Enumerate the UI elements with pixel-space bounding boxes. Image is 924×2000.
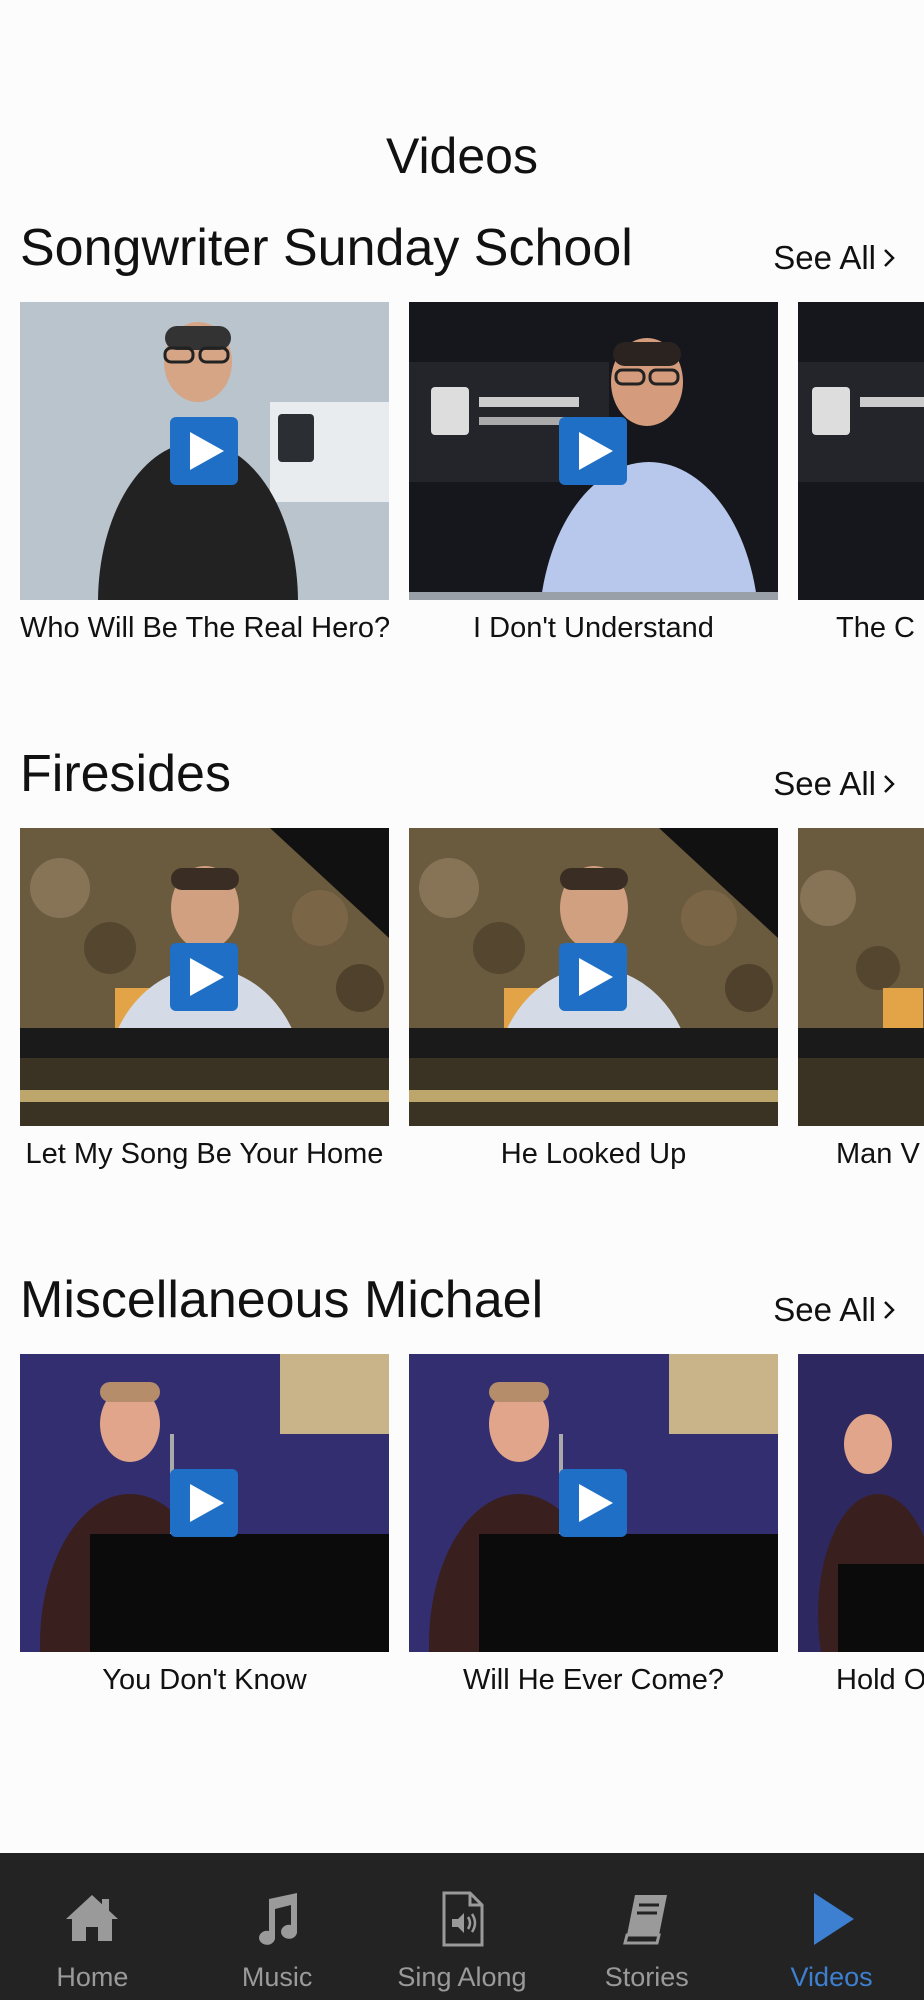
tab-label: Videos [790,1962,873,1992]
video-card[interactable]: I Don't Understand [409,302,778,644]
see-all-label: See All [773,1291,876,1328]
video-thumbnail [798,302,924,600]
video-card[interactable]: Man V [798,828,924,1170]
see-all-button[interactable]: See All [773,1290,896,1330]
video-thumbnail [798,828,924,1126]
video-title: Who Will Be The Real Hero? [20,612,391,644]
chevron-right-icon [884,249,895,267]
video-title: Hold O [836,1664,924,1696]
tab-home[interactable]: Home [0,1853,185,2000]
video-thumbnail [409,1354,778,1652]
section-firesides: Firesides See All Let My Song Be Your Ho… [0,742,924,1182]
video-card[interactable]: Will He Ever Come? [409,1354,778,1696]
tab-label: Music [241,1962,313,1992]
video-carousel[interactable]: Let My Song Be Your Home He Looked Up Ma… [0,828,924,1188]
play-button[interactable] [170,1469,238,1537]
video-title: Let My Song Be Your Home [25,1138,384,1170]
play-button[interactable] [559,417,627,485]
play-icon [190,1484,224,1522]
play-button[interactable] [559,1469,627,1537]
tab-label: Sing Along [397,1962,527,1992]
video-card[interactable]: Let My Song Be Your Home [20,828,389,1170]
video-title: Man V [836,1138,920,1170]
tab-videos[interactable]: Videos [739,1853,924,2000]
chevron-right-icon [884,1301,895,1319]
tab-music[interactable]: Music [185,1853,370,2000]
play-icon [190,432,224,470]
video-card[interactable]: The C [798,302,924,644]
video-thumbnail [409,828,778,1126]
play-button[interactable] [559,943,627,1011]
video-thumbnail [20,302,389,600]
video-thumbnail [798,1354,924,1652]
play-icon [579,1484,613,1522]
video-carousel[interactable]: Who Will Be The Real Hero? I Don't Under… [0,302,924,662]
section-title: Firesides [20,745,231,803]
video-carousel[interactable]: You Don't Know Will He Ever Come? Hold O [0,1354,924,1714]
see-all-label: See All [773,239,876,276]
audio-file-icon [442,1891,484,1947]
tab-stories[interactable]: Stories [554,1853,739,2000]
video-title: You Don't Know [102,1664,307,1696]
see-all-button[interactable]: See All [773,238,896,278]
tab-label: Stories [604,1962,689,1992]
video-card[interactable]: He Looked Up [409,828,778,1170]
home-icon [66,1895,119,1941]
play-icon [190,958,224,996]
see-all-label: See All [773,765,876,802]
video-title: I Don't Understand [473,612,714,644]
book-icon [622,1895,667,1945]
play-icon [579,958,613,996]
video-card[interactable]: You Don't Know [20,1354,389,1696]
chevron-right-icon [884,775,895,793]
section-title: Miscellaneous Michael [20,1271,544,1329]
section-miscellaneous-michael: Miscellaneous Michael See All You Don't … [0,1268,924,1708]
tab-sing-along[interactable]: Sing Along [370,1853,555,2000]
video-thumbnail [20,1354,389,1652]
video-card[interactable]: Who Will Be The Real Hero? [20,302,390,644]
video-title: Will He Ever Come? [462,1664,725,1696]
play-icon [579,432,613,470]
tab-bar: Home Music Sing Along Stories Videos [0,1853,924,2000]
section-title: Songwriter Sunday School [20,219,633,277]
page-title: Videos [386,128,538,184]
video-thumbnail [409,302,778,600]
see-all-button[interactable]: See All [773,764,896,804]
video-thumbnail [20,828,389,1126]
video-title: He Looked Up [500,1138,687,1170]
play-icon [813,1893,854,1945]
section-songwriter-sunday-school: Songwriter Sunday School See All Who Wil… [0,216,924,656]
play-button[interactable] [170,943,238,1011]
video-card[interactable]: Hold O [798,1354,924,1696]
play-button[interactable] [170,417,238,485]
tab-label: Home [56,1962,129,1992]
music-note-icon [259,1893,298,1945]
video-title: The C [836,612,915,644]
